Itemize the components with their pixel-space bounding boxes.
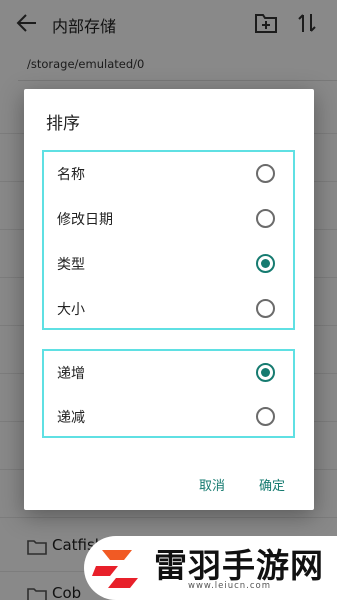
brand-logo-icon — [92, 550, 138, 588]
sort-by-group: 名称 修改日期 类型 大小 — [42, 150, 295, 330]
radio-button[interactable] — [256, 299, 275, 318]
sort-option-name[interactable]: 名称 — [44, 152, 293, 196]
option-label: 名称 — [57, 167, 85, 183]
order-group: 递增 递减 — [42, 349, 295, 438]
sort-option-type[interactable]: 类型 — [44, 242, 293, 286]
radio-button[interactable] — [256, 164, 275, 183]
option-label: 大小 — [57, 302, 85, 318]
sort-option-modified-date[interactable]: 修改日期 — [44, 197, 293, 241]
option-label: 类型 — [57, 257, 85, 273]
radio-button[interactable] — [256, 254, 275, 273]
dialog-title: 排序 — [46, 114, 80, 134]
ok-button[interactable]: 确定 — [259, 475, 285, 494]
watermark-url: www.leiucn.com — [188, 581, 272, 591]
radio-button[interactable] — [256, 407, 275, 426]
option-label: 递增 — [57, 366, 85, 382]
cancel-button[interactable]: 取消 — [199, 475, 225, 494]
option-label: 递减 — [57, 410, 85, 426]
watermark-banner: 雷羽手游网 www.leiucn.com — [84, 536, 337, 600]
sort-option-size[interactable]: 大小 — [44, 287, 293, 331]
option-label: 修改日期 — [57, 212, 113, 228]
sort-dialog: 排序 名称 修改日期 类型 大小 递增 递减 取消 确定 — [24, 89, 314, 510]
order-option-descending[interactable]: 递减 — [44, 395, 293, 439]
watermark-brand: 雷羽手游网 — [154, 546, 324, 585]
order-option-ascending[interactable]: 递增 — [44, 351, 293, 395]
radio-button[interactable] — [256, 209, 275, 228]
radio-button[interactable] — [256, 363, 275, 382]
